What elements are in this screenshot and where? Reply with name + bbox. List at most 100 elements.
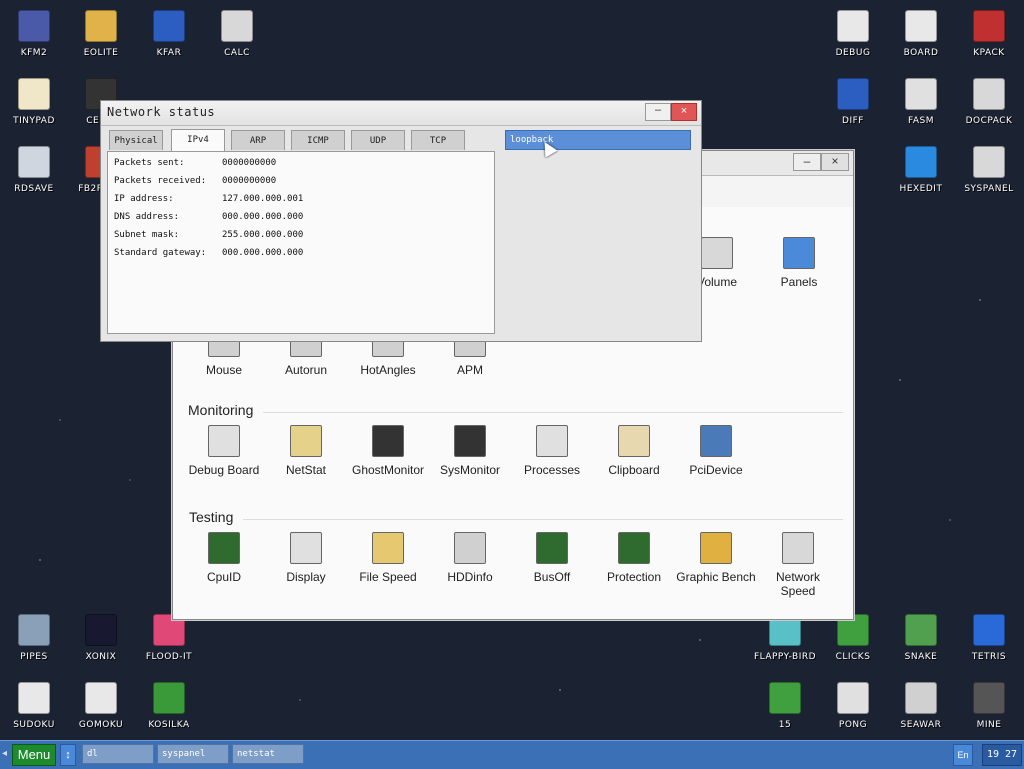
syspanel-item-panels[interactable]: Panels	[759, 237, 839, 289]
desktop-icon-sudoku[interactable]: SUDOKU	[0, 682, 68, 730]
syspanel-item-sysmonitor[interactable]: SysMonitor	[430, 425, 510, 477]
desktop-icon-kpack[interactable]: KPACK	[955, 10, 1023, 58]
desktop-icon-flappy-bird[interactable]: FLAPPY-BIRD	[751, 614, 819, 662]
syspanel-item-busoff[interactable]: BusOff	[512, 532, 592, 584]
tab-ipv4[interactable]: IPv4	[171, 129, 225, 151]
desktop-icon-label: RDSAVE	[14, 184, 54, 194]
desktop-icon-tetris[interactable]: TETRIS	[955, 614, 1023, 662]
stat-label: Subnet mask:	[114, 230, 180, 240]
desktop-icon-docpack[interactable]: DOCPACK	[955, 78, 1023, 126]
file-speed-icon	[372, 532, 404, 564]
desktop-icon-kfar[interactable]: KFAR	[135, 10, 203, 58]
syspanel-item-network-speed[interactable]: Network Speed	[758, 532, 838, 598]
syspanel-item-label: Network Speed	[775, 570, 820, 598]
language-indicator[interactable]: En	[953, 744, 973, 766]
desktop-icon-label: KPACK	[973, 48, 1005, 58]
desktop-icon-syspanel[interactable]: SYSPANEL	[955, 146, 1023, 194]
network-status-window[interactable]: Network status – × Physical IPv4 ARP ICMP UD…	[100, 100, 702, 342]
desktop-icon-kfm2[interactable]: KFM2	[0, 10, 68, 58]
desktop-icon-pipes[interactable]: PIPES	[0, 614, 68, 662]
task-netstat[interactable]: netstat	[232, 744, 304, 764]
tab-icmp[interactable]: ICMP	[291, 130, 345, 150]
syspanel-minimize-button[interactable]: –	[793, 153, 821, 171]
task-syspanel[interactable]: syspanel	[157, 744, 229, 764]
taskbar-left-arrow-icon[interactable]: ◂	[2, 748, 7, 759]
stat-row: DNS address: 000.000.000.000	[114, 212, 303, 222]
desktop-icon-seawar[interactable]: SEAWAR	[887, 682, 955, 730]
pipes-icon	[18, 614, 50, 646]
desktop-icon-label: MINE	[976, 720, 1002, 730]
syspanel-item-label: Processes	[523, 463, 581, 477]
stat-row: Packets sent: 0000000000	[114, 158, 276, 168]
desktop-icon-rdsave[interactable]: RDSAVE	[0, 146, 68, 194]
clipboard-icon	[618, 425, 650, 457]
syspanel-item-label: GhostMonitor	[351, 463, 425, 477]
desktop-icon-gomoku[interactable]: GOMOKU	[67, 682, 135, 730]
tab-tcp[interactable]: TCP	[411, 130, 465, 150]
kfar-icon	[153, 10, 185, 42]
desktop-icon-label: DIFF	[842, 116, 864, 126]
tinypad-icon	[18, 78, 50, 110]
syspanel-item-processes[interactable]: Processes	[512, 425, 592, 477]
network-status-titlebar[interactable]: Network status – ×	[101, 101, 701, 126]
syspanel-item-cpuid[interactable]: CpuID	[184, 532, 264, 584]
tab-arp[interactable]: ARP	[231, 130, 285, 150]
syspanel-item-pcidevice[interactable]: PciDevice	[676, 425, 756, 477]
snake-icon	[905, 614, 937, 646]
board-icon	[905, 10, 937, 42]
syspanel-item-label: Display	[286, 570, 326, 584]
desktop-icon-calc[interactable]: CALC	[203, 10, 271, 58]
desktop-icon-label: 15	[778, 720, 792, 730]
desktop-icon-eolite[interactable]: EOLITE	[67, 10, 135, 58]
desktop-icon-debug[interactable]: DEBUG	[819, 10, 887, 58]
desktop-icon-pong[interactable]: PONG	[819, 682, 887, 730]
desktop-icon-board[interactable]: BOARD	[887, 10, 955, 58]
syspanel-item-clipboard[interactable]: Clipboard	[594, 425, 674, 477]
desktop-icon-clicks[interactable]: CLICKS	[819, 614, 887, 662]
ghostmonitor-icon	[372, 425, 404, 457]
syspanel-item-netstat[interactable]: NetStat	[266, 425, 346, 477]
syspanel-item-protection[interactable]: Protection	[594, 532, 674, 584]
stat-row: Packets received: 0000000000	[114, 176, 276, 186]
syspanel-item-ghostmonitor[interactable]: GhostMonitor	[348, 425, 428, 477]
desktop-icon-diff[interactable]: DIFF	[819, 78, 887, 126]
desktop-icon-label: DEBUG	[835, 48, 871, 58]
desktop-icon-label: BOARD	[903, 48, 939, 58]
desktop-icon-label: TETRIS	[971, 652, 1007, 662]
desktop-icon-label: KFAR	[156, 48, 182, 58]
close-button[interactable]: ×	[671, 103, 697, 121]
syspanel-item-file-speed[interactable]: File Speed	[348, 532, 428, 584]
syspanel-item-label: SysMonitor	[439, 463, 501, 477]
debug-icon	[837, 10, 869, 42]
stat-row: IP address: 127.000.000.001	[114, 194, 303, 204]
syspanel-item-hddinfo[interactable]: HDDinfo	[430, 532, 510, 584]
swap-icon[interactable]: ↕	[60, 744, 76, 766]
desktop-icon-kosilka[interactable]: KOSILKA	[135, 682, 203, 730]
pong-icon	[837, 682, 869, 714]
syspanel-item-display[interactable]: Display	[266, 532, 346, 584]
desktop-icon-label: SUDOKU	[13, 720, 55, 730]
syspanel-item-label: Protection	[606, 570, 662, 584]
syspanel-close-button[interactable]: ×	[821, 153, 849, 171]
clock[interactable]: 19 27	[982, 744, 1022, 766]
desktop-icon-hexedit[interactable]: HEXEDIT	[887, 146, 955, 194]
task-dl[interactable]: dl	[82, 744, 154, 764]
desktop-icon-tinypad[interactable]: TINYPAD	[0, 78, 68, 126]
minimize-button[interactable]: –	[645, 103, 671, 121]
menu-button[interactable]: Menu	[12, 744, 56, 766]
desktop-icon-snake[interactable]: SNAKE	[887, 614, 955, 662]
tab-physical[interactable]: Physical	[109, 130, 163, 150]
syspanel-item-label: CpuID	[206, 570, 241, 584]
desktop-icon-flood-it[interactable]: FLOOD-IT	[135, 614, 203, 662]
interface-selector[interactable]: loopback	[505, 130, 691, 150]
syspanel-item-graphic-bench[interactable]: Graphic Bench	[676, 532, 756, 584]
syspanel-item-debug-board[interactable]: Debug Board	[184, 425, 264, 477]
tab-udp[interactable]: UDP	[351, 130, 405, 150]
desktop-icon-xonix[interactable]: XONIX	[67, 614, 135, 662]
desktop-icon-fasm[interactable]: FASM	[887, 78, 955, 126]
desktop-icon-mine[interactable]: MINE	[955, 682, 1023, 730]
desktop-icon-15[interactable]: 15	[751, 682, 819, 730]
stat-row: Standard gateway: 000.000.000.000	[114, 248, 303, 258]
divider	[263, 412, 843, 413]
desktop-icon-label: KFM2	[20, 48, 48, 58]
